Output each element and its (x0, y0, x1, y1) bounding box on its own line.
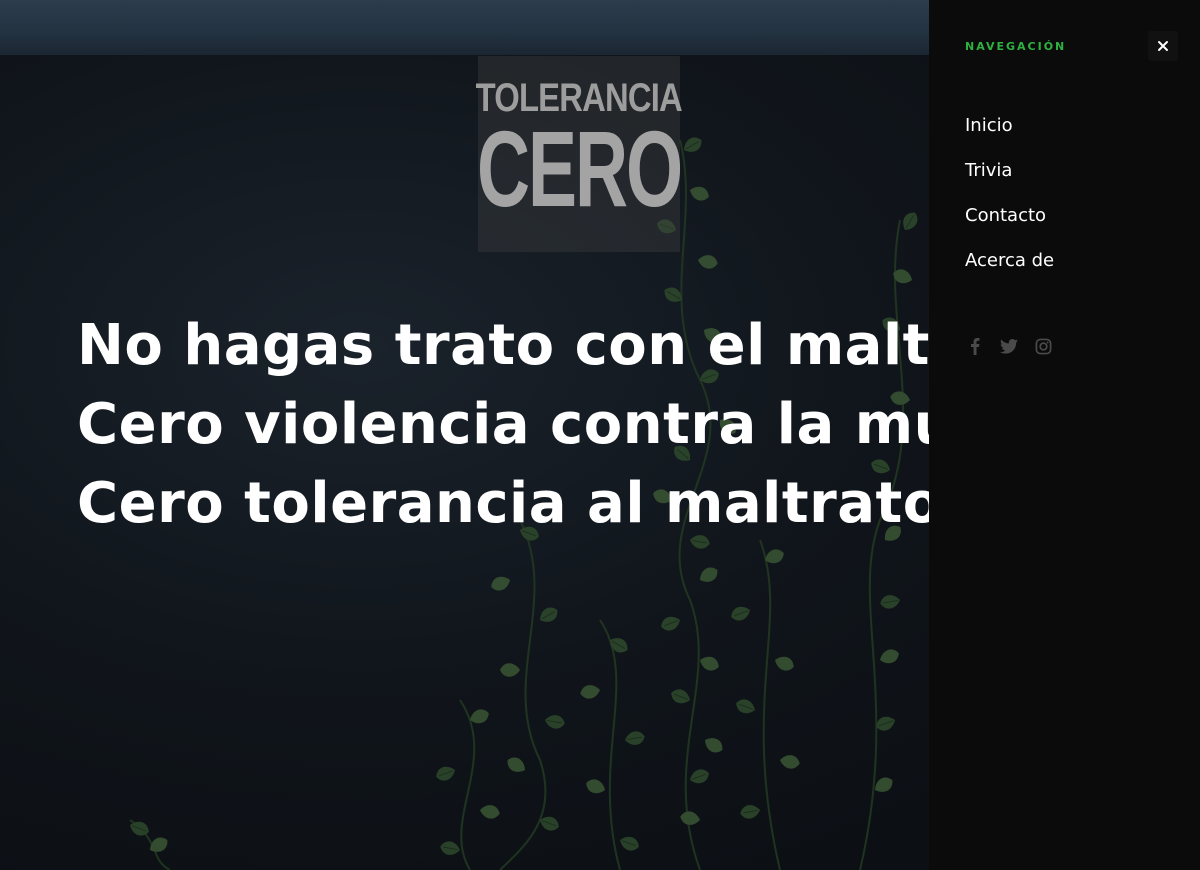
close-button[interactable] (1148, 31, 1178, 61)
logo-bottom-word: CERO (476, 108, 683, 229)
nav-heading: NAVEGACIÓN (965, 40, 1067, 53)
nav-item-contacto[interactable]: Contacto (965, 202, 1054, 247)
twitter-icon[interactable] (999, 336, 1019, 356)
nav-item-trivia[interactable]: Trivia (965, 157, 1054, 202)
instagram-icon[interactable] (1033, 336, 1053, 356)
nav-menu: Inicio Trivia Contacto Acerca de (965, 112, 1054, 292)
navigation-panel: NAVEGACIÓN Inicio Trivia Contacto Acerca… (929, 0, 1200, 870)
nav-item-acerca-de[interactable]: Acerca de (965, 247, 1054, 292)
tolerancia-cero-logo: TOLERANCIA CERO (476, 56, 683, 252)
close-icon (1158, 41, 1168, 51)
social-links (965, 336, 1053, 356)
nav-item-inicio[interactable]: Inicio (965, 112, 1054, 157)
facebook-icon[interactable] (965, 336, 985, 356)
